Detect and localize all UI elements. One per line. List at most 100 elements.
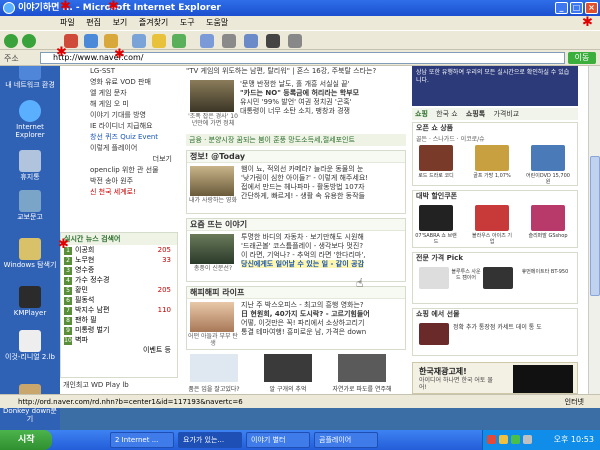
refresh-icon[interactable] <box>84 34 98 48</box>
keyword-row[interactable]: 2 노무현 33 <box>61 255 177 265</box>
product-caption[interactable]: 슬리퍼발 GSshop <box>526 233 570 239</box>
close-icon[interactable]: × <box>585 2 598 14</box>
history-icon[interactable] <box>172 34 186 48</box>
top-news-line[interactable]: "TV 게임의 위도하는 남편, 탈리워" | 혼스 16강, 주북탈 스타는? <box>186 66 406 78</box>
section-item[interactable]: 통결 테마여행! 흥미로운 남, 가격은 down <box>241 328 403 337</box>
thumbnail[interactable] <box>190 354 238 382</box>
section-item[interactable]: 日 현원회, 40가지 도시락? - 고르기힘들어 <box>241 310 403 319</box>
tab-shoptalk[interactable]: 쇼핑톡 <box>466 110 485 118</box>
section-item[interactable]: '낮가림이 심한 아이들?' - 이렇게 해주세요! <box>241 174 403 183</box>
section-item[interactable]: 간단하게, 빠르게! - 생활 속 유용한 동작들 <box>241 192 403 201</box>
task-button[interactable]: 2 Internet ... <box>110 432 174 448</box>
news-photo-caption[interactable]: '조폭 잡은 경사' 10년만에 가면 정체 <box>186 113 240 127</box>
finance-tabstrip[interactable]: 금융 · 분양시장 꿈되는 붐이 훈풍 망도소득세,절세포인트 <box>186 134 406 146</box>
left-menu-item[interactable]: 이야기 기대를 방영 <box>60 110 178 121</box>
left-menu-item[interactable]: 신 천국 세계로! <box>60 187 178 198</box>
go-button[interactable]: 이동 <box>568 52 596 64</box>
search-icon[interactable] <box>132 34 146 48</box>
print-icon[interactable] <box>222 34 236 48</box>
mail-icon[interactable] <box>200 34 214 48</box>
highlighted-link[interactable]: 당신에게도 일어날 수 있는 일 - 같이 공감 <box>241 260 365 268</box>
product-image[interactable] <box>483 267 513 289</box>
menu-help[interactable]: 도움말 <box>206 18 228 27</box>
shop-wallet-title[interactable]: 쇼핑 에서 선물 <box>413 309 577 320</box>
task-button[interactable]: 곰플레이어 <box>314 432 378 448</box>
start-button[interactable]: 시작 <box>0 430 52 450</box>
menu-view[interactable]: 보기 <box>113 18 128 27</box>
menu-tools[interactable]: 도구 <box>180 18 195 27</box>
product-image[interactable] <box>419 145 453 171</box>
section-item[interactable]: 이 라면, 기억나? - 추억의 라면 '한다리마', <box>241 251 403 260</box>
left-menu-item[interactable]: openclip 위한 관 선물 <box>60 165 178 176</box>
speaker-icon[interactable] <box>523 435 532 444</box>
section-title[interactable]: 해피해피 라이프 <box>187 287 405 299</box>
research-icon[interactable] <box>288 34 302 48</box>
keywords-more[interactable]: 이벤트 등 <box>61 345 177 355</box>
menu-favorites[interactable]: 즐겨찾기 <box>139 18 168 27</box>
section-item[interactable]: '드래곤볼' 코스튬플레이 - 생각보다 멋진? <box>241 242 403 251</box>
edit-icon[interactable] <box>244 34 258 48</box>
keyword-row[interactable]: 10 벽파 <box>61 335 177 345</box>
menu-edit[interactable]: 편집 <box>86 18 101 27</box>
shop-best-subtitle[interactable]: 골든 · 스나가드 · 이코로/슈 <box>413 134 577 143</box>
product-caption[interactable]: 로드 드라로 코디 <box>414 173 458 179</box>
left-menu-item[interactable]: 해 게임 오 미 <box>60 99 178 110</box>
tray-icon[interactable] <box>499 435 508 444</box>
tray-icon[interactable] <box>511 435 520 444</box>
section-item[interactable]: 투명한 바디의 자동차 · 보기만해도 시원해 <box>241 233 403 242</box>
tab-shopping[interactable]: 쇼핑 <box>415 110 428 118</box>
product-caption[interactable]: 정확 추가 통장점 카세트 데이 통 도 <box>453 325 573 331</box>
news-item[interactable]: 대통령이 너무 소탄 소치, 팽창과 경쟁 <box>240 107 406 116</box>
section-photo[interactable] <box>190 166 234 196</box>
left-footer[interactable]: 개인최고 WD Play lb <box>60 380 178 390</box>
product-image[interactable] <box>475 205 509 231</box>
shop-deal-title[interactable]: 대박 할인쿠폰 <box>413 191 577 202</box>
left-menu-more[interactable]: 더보기 <box>60 154 178 165</box>
top-right-ad[interactable]: 상남 또한 유행하여 우리의 모든 실시간으로 확인하실 수 있습니다. <box>412 66 578 106</box>
section-item[interactable]: 지난 주 박스오피스 - 최고의 흥행 영화는? <box>241 301 403 310</box>
favorites-icon[interactable] <box>152 34 166 48</box>
tab-price-compare[interactable]: 가격비교 <box>493 110 519 118</box>
shop-electronics-title[interactable]: 전문 가격 Pick <box>413 253 577 264</box>
thumbnail[interactable] <box>338 354 386 382</box>
keyword-row[interactable]: 6 필동석 <box>61 295 177 305</box>
maximize-icon[interactable]: □ <box>570 2 583 14</box>
left-menu-item[interactable]: 영화 유료 VOD 판매 <box>60 77 178 88</box>
section-caption[interactable]: 총풍이 신분선? <box>187 265 239 272</box>
keyword-row[interactable]: 4 가수 정수경 <box>61 275 177 285</box>
title-bar[interactable]: 이야기하면 ... - Microsoft Internet Explorer … <box>0 0 600 16</box>
product-caption[interactable]: 골프 가방 1,07% <box>470 173 514 179</box>
menu-file[interactable]: 파일 <box>60 18 75 27</box>
minimize-icon[interactable]: _ <box>555 2 568 14</box>
product-image[interactable] <box>419 323 449 345</box>
left-menu-item[interactable]: LG-SST <box>60 66 178 77</box>
task-button[interactable]: 이야기 별터 <box>246 432 310 448</box>
news-item[interactable]: "카드는 NO" 등록금에 허리라는 학부모 <box>240 89 406 98</box>
thumbnail-caption[interactable]: 자연가로 파도를 연주해 <box>332 384 392 393</box>
task-button[interactable]: 요가가 있는... <box>178 432 242 448</box>
shop-best-title[interactable]: 오픈 쇼 상품 <box>413 123 577 134</box>
left-menu-item[interactable]: 박전 송아 원주 <box>60 176 178 187</box>
section-photo[interactable] <box>190 302 234 332</box>
product-image[interactable] <box>475 145 509 171</box>
product-image[interactable] <box>531 205 565 231</box>
tab-korea-show[interactable]: 한국 쇼 <box>436 110 458 118</box>
scrollbar-thumb[interactable] <box>590 156 600 296</box>
product-image[interactable] <box>419 267 449 289</box>
section-item[interactable]: 접에서 만드는 헤나파마 - 활동방법 107자 <box>241 183 403 192</box>
left-menu-item[interactable]: IE 라이디너 지급해요 <box>60 121 178 132</box>
section-item[interactable]: 햄이 뇨, 적외선 카메라? 늘라운 동물의 눈 <box>241 165 403 174</box>
product-caption[interactable]: 블라우스 아이즈 기업 <box>470 233 514 245</box>
section-item[interactable]: 어떻, 이것만은 꼭! 파리에서 소상하고리기 <box>241 319 403 328</box>
ad-banner[interactable]: 한국재광고제! 아이디어 하나면 한국 어토 물어! <box>412 362 578 394</box>
product-image[interactable] <box>531 145 565 171</box>
vertical-scrollbar[interactable] <box>588 66 600 394</box>
keyword-row[interactable]: 9 미통령 벌기 <box>61 325 177 335</box>
news-photo[interactable] <box>190 80 234 112</box>
product-caption[interactable]: 블루투스 사운드 캠이어 <box>451 269 481 281</box>
left-menu-item[interactable]: 이렇게 플레이어 <box>60 143 178 154</box>
news-item[interactable]: '문맹 반정한 날도, 홀 개흥 서실실 끝' <box>240 80 406 89</box>
product-caption[interactable]: 어린이DVD 15,700원 <box>526 173 570 185</box>
back-icon[interactable] <box>4 34 18 48</box>
messenger-icon[interactable] <box>266 34 280 48</box>
